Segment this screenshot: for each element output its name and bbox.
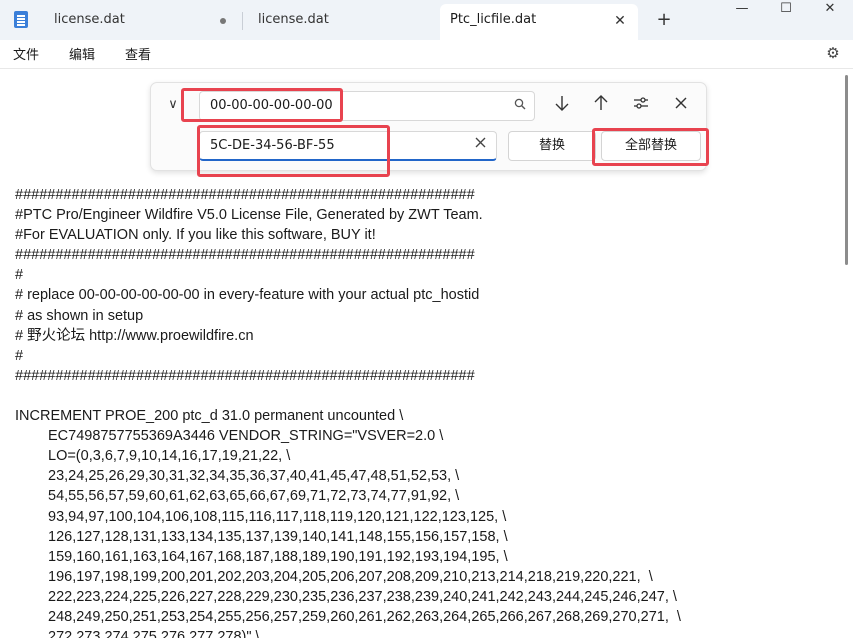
text-line: 196,197,198,199,200,201,202,203,204,205,… <box>48 568 653 585</box>
replace-button[interactable]: 替换 <box>508 131 596 161</box>
tab-label: license.dat <box>258 12 329 27</box>
text-line: # as shown in setup <box>15 307 144 324</box>
text-line: # replace 00-00-00-00-00-00 in every-fea… <box>15 287 480 304</box>
chevron-down-icon[interactable]: ∨ <box>163 95 183 115</box>
notepad-app-icon <box>14 11 28 28</box>
text-line: LO=(0,3,6,7,9,10,14,16,17,19,21,22, \ <box>48 448 291 465</box>
menu-view[interactable]: 查看 <box>125 44 151 63</box>
title-bar: license.dat license.dat Ptc_licfile.dat … <box>0 0 853 40</box>
text-line: 248,249,250,251,253,254,255,256,257,259,… <box>48 608 681 625</box>
tab-divider <box>242 12 243 30</box>
window-close-button[interactable]: ✕ <box>808 0 852 20</box>
text-line: #PTC Pro/Engineer Wildfire V5.0 License … <box>15 207 483 224</box>
text-line: # 野火论坛 http://www.proewildfire.cn <box>15 327 254 344</box>
text-line: # <box>15 347 24 364</box>
text-line: ########################################… <box>15 367 475 384</box>
tab-license-2[interactable]: license.dat <box>244 4 440 36</box>
menu-bar: 文件 编辑 查看 ⚙ <box>0 40 853 69</box>
text-line: 159,160,161,163,164,167,168,187,188,189,… <box>48 548 508 565</box>
arrow-up-icon[interactable] <box>589 94 613 118</box>
text-line: #For EVALUATION only. If you like this s… <box>15 227 376 244</box>
maximize-button[interactable]: ☐ <box>764 0 808 20</box>
options-icon[interactable] <box>629 94 653 118</box>
new-tab-button[interactable]: + <box>652 8 676 32</box>
minimize-button[interactable]: — <box>720 0 764 20</box>
text-line: ########################################… <box>15 247 475 264</box>
highlight-box-replace <box>197 125 390 177</box>
search-icon[interactable] <box>512 98 528 114</box>
gear-icon[interactable]: ⚙ <box>824 44 842 62</box>
menu-edit[interactable]: 编辑 <box>69 44 95 63</box>
highlight-box-replace-all <box>592 128 709 166</box>
text-line: 272,273,274,275,276,277,278)" \ <box>48 629 260 638</box>
text-line: 93,94,97,100,104,106,108,115,116,117,118… <box>48 508 507 525</box>
text-line: ########################################… <box>15 187 475 203</box>
tab-ptc-licfile[interactable]: Ptc_licfile.dat ✕ <box>440 4 638 40</box>
arrow-down-icon[interactable] <box>550 94 574 118</box>
tab-close-icon[interactable]: ✕ <box>610 11 630 31</box>
text-line: 126,127,128,131,133,134,135,137,139,140,… <box>48 528 508 545</box>
tab-license-1[interactable]: license.dat <box>40 4 242 36</box>
tab-label: Ptc_licfile.dat <box>450 12 537 27</box>
scrollbar-thumb[interactable] <box>845 75 848 265</box>
text-line: # <box>15 267 24 284</box>
text-line: INCREMENT PROE_200 ptc_d 31.0 permanent … <box>15 408 404 425</box>
text-line: 23,24,25,26,29,30,31,32,34,35,36,37,40,4… <box>48 468 460 485</box>
clear-icon[interactable] <box>472 137 488 153</box>
text-line: 222,223,224,225,226,227,228,229,230,235,… <box>48 588 677 605</box>
text-line <box>15 386 835 406</box>
text-line: EC7498757755369A3446 VENDOR_STRING="VSVE… <box>48 428 444 445</box>
unsaved-dot-icon <box>220 18 226 24</box>
text-line: 54,55,56,57,59,60,61,62,63,65,66,67,69,7… <box>48 488 460 505</box>
text-editor[interactable]: ########################################… <box>15 185 835 638</box>
highlight-box-search <box>181 88 343 122</box>
menu-file[interactable]: 文件 <box>13 44 39 63</box>
close-icon[interactable] <box>669 94 693 118</box>
tab-label: license.dat <box>54 12 125 27</box>
